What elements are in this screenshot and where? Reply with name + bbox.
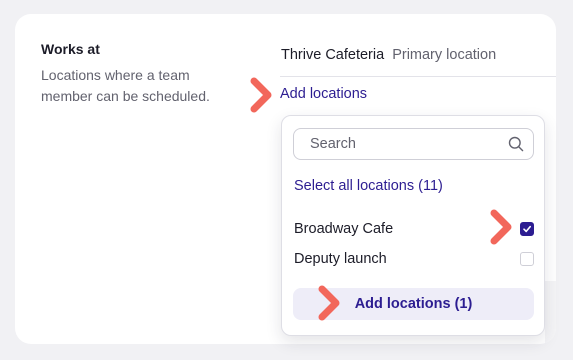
location-name: Thrive Cafeteria xyxy=(281,47,385,63)
check-icon xyxy=(523,225,531,233)
location-checkbox-checked[interactable] xyxy=(520,222,534,236)
location-checkbox-unchecked[interactable] xyxy=(520,252,534,266)
select-all-locations-link[interactable]: Select all locations (11) xyxy=(294,178,443,194)
search-box xyxy=(293,128,534,160)
primary-location-tag: Primary location xyxy=(392,47,497,63)
location-divider xyxy=(280,76,556,77)
location-option-label: Broadway Cafe xyxy=(294,221,394,237)
assigned-location-row: Thrive Cafeteria Primary location xyxy=(281,47,556,77)
location-option-broadway-cafe[interactable]: Broadway Cafe xyxy=(282,215,544,243)
location-option-deputy-launch[interactable]: Deputy launch xyxy=(282,245,544,273)
add-locations-submit-button[interactable]: Add locations (1) xyxy=(293,288,534,320)
search-input[interactable] xyxy=(295,130,510,158)
location-option-label: Deputy launch xyxy=(294,251,387,267)
add-locations-dropdown: Select all locations (11) Broadway Cafe … xyxy=(281,115,545,336)
search-icon xyxy=(508,136,524,152)
add-locations-link[interactable]: Add locations xyxy=(280,86,367,102)
works-at-title: Works at xyxy=(41,41,100,57)
works-at-description: Locations where a team member can be sch… xyxy=(41,67,210,104)
background-strip xyxy=(545,281,556,343)
